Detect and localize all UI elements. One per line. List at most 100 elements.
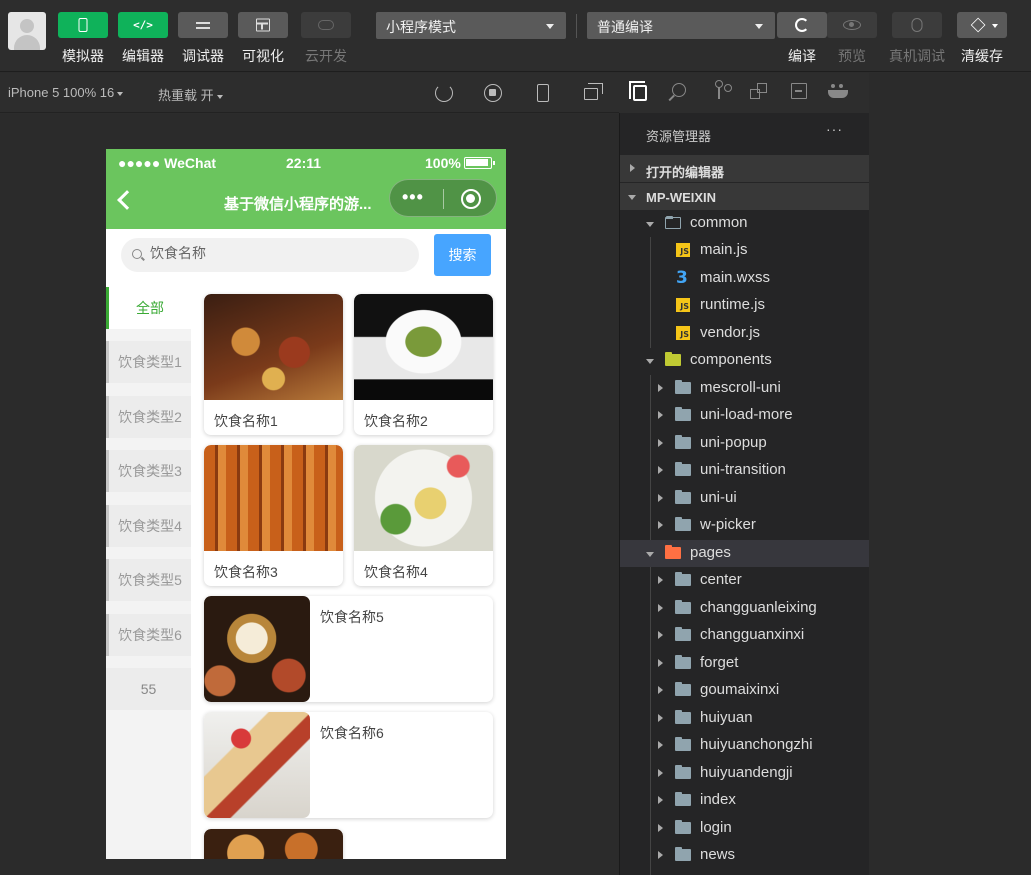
tree-folder-uni-transition[interactable]: uni-transition — [620, 457, 869, 484]
food-image — [204, 445, 343, 551]
chevron-down-icon — [546, 24, 554, 29]
tree-label: index — [700, 791, 736, 808]
category-item-1[interactable]: 饮食类型1 — [106, 341, 191, 383]
hot-reload-select[interactable]: 热重载 开 — [158, 85, 223, 104]
tree-label: w-picker — [700, 516, 756, 533]
food-card[interactable]: 饮食名称2 — [354, 294, 493, 435]
extensions-icon[interactable] — [750, 83, 767, 99]
tree-folder-index[interactable]: index — [620, 787, 869, 814]
food-card[interactable]: 饮食名称6 — [204, 712, 493, 818]
food-card[interactable] — [204, 829, 343, 859]
layout-icon — [256, 18, 270, 32]
chevron-right-icon — [658, 796, 663, 804]
rotate-icon[interactable] — [435, 84, 453, 102]
tree-label: changguanleixing — [700, 599, 817, 616]
real-device-debug-tool[interactable]: 真机调试 — [887, 12, 947, 66]
chevron-right-icon — [658, 824, 663, 832]
back-icon[interactable] — [117, 190, 137, 210]
category-item-2[interactable]: 饮食类型2 — [106, 396, 191, 438]
category-item-6[interactable]: 饮食类型6 — [106, 614, 191, 656]
tree-folder-huiyuan[interactable]: huiyuan — [620, 705, 869, 732]
search-input[interactable] — [150, 245, 400, 261]
chevron-right-icon — [658, 411, 663, 419]
category-item-all[interactable]: 全部 — [106, 287, 191, 329]
avatar[interactable] — [8, 12, 46, 50]
tree-folder-login[interactable]: login — [620, 815, 869, 842]
tree-folder-uni-ui[interactable]: uni-ui — [620, 485, 869, 512]
layers-icon — [970, 17, 986, 33]
tree-folder-changguanleixing[interactable]: changguanleixing — [620, 595, 869, 622]
code-icon: </> — [133, 18, 153, 32]
tree-folder-huiyuandengji[interactable]: huiyuandengji — [620, 760, 869, 787]
clear-cache-tool[interactable]: 清缓存 — [957, 12, 1007, 66]
category-item-55[interactable]: 55 — [106, 668, 191, 710]
tree-folder-changguanxinxi[interactable]: changguanxinxi — [620, 622, 869, 649]
js-file-icon: JS — [676, 243, 690, 257]
chevron-right-icon — [658, 521, 663, 529]
tree-folder-mescroll-uni[interactable]: mescroll-uni — [620, 375, 869, 402]
files-icon[interactable] — [629, 81, 647, 101]
category-item-3[interactable]: 饮食类型3 — [106, 450, 191, 492]
folder-icon — [675, 737, 691, 751]
tree-folder-common[interactable]: common — [620, 210, 869, 237]
tree-folder-uni-load-more[interactable]: uni-load-more — [620, 402, 869, 429]
phone-icon[interactable] — [537, 84, 549, 102]
docker-icon[interactable] — [828, 84, 848, 98]
category-item-4[interactable]: 饮食类型4 — [106, 505, 191, 547]
close-miniprogram-icon[interactable] — [461, 189, 481, 209]
tree-folder-huiyuanchongzhi[interactable]: huiyuanchongzhi — [620, 732, 869, 759]
food-card[interactable]: 饮食名称1 — [204, 294, 343, 435]
preview-tool[interactable]: 预览 — [827, 12, 877, 66]
detach-window-icon[interactable] — [584, 83, 603, 100]
simulator-tool[interactable]: 模拟器 — [58, 12, 108, 66]
tree-folder-forget[interactable]: forget — [620, 650, 869, 677]
battery-icon — [464, 157, 495, 169]
source-control-icon[interactable] — [715, 80, 732, 99]
phone-icon — [78, 18, 88, 32]
chevron-down-icon — [216, 94, 223, 99]
food-card[interactable]: 饮食名称5 — [204, 596, 493, 702]
search-icon[interactable] — [672, 83, 686, 97]
real-device-debug-label: 真机调试 — [889, 48, 945, 64]
tree-folder-w-picker[interactable]: w-picker — [620, 512, 869, 539]
folder-icon — [675, 847, 691, 861]
food-card[interactable]: 饮食名称4 — [354, 445, 493, 586]
tree-folder-components[interactable]: components — [620, 347, 869, 374]
folder-open-icon — [665, 216, 681, 229]
tree-file-runtime-js[interactable]: JS runtime.js — [620, 292, 869, 319]
tree-file-main-js[interactable]: JS main.js — [620, 237, 869, 264]
tree-file-main-wxss[interactable]: 3 main.wxss — [620, 265, 869, 292]
more-icon[interactable]: ••• — [402, 187, 424, 208]
tree-folder-goumaixinxi[interactable]: goumaixinxi — [620, 677, 869, 704]
stop-icon[interactable] — [484, 84, 502, 102]
tree-folder-center[interactable]: center — [620, 567, 869, 594]
category-item-5[interactable]: 饮食类型5 — [106, 559, 191, 601]
editor-tool[interactable]: </> 编辑器 — [118, 12, 168, 66]
tree-label: changguanxinxi — [700, 626, 805, 643]
folder-icon — [675, 765, 691, 779]
carrier-text: ●●●●● WeChat — [118, 155, 217, 171]
folder-icon — [675, 627, 691, 641]
compile-select[interactable]: 普通编译 — [587, 12, 775, 39]
more-icon[interactable]: ··· — [826, 121, 843, 137]
workspace-root-section[interactable]: MP-WEIXIN — [620, 183, 869, 210]
chevron-right-icon — [658, 439, 663, 447]
editor-empty-area — [869, 73, 1031, 875]
tree-label: huiyuandengji — [700, 764, 793, 781]
open-editors-section[interactable]: 打开的编辑器 — [620, 155, 869, 182]
mode-select[interactable]: 小程序模式 — [376, 12, 566, 39]
compile-tool[interactable]: 编译 — [777, 12, 827, 66]
search-button[interactable]: 搜索 — [434, 234, 491, 276]
storage-icon[interactable] — [791, 83, 807, 99]
tree-file-vendor-js[interactable]: JS vendor.js — [620, 320, 869, 347]
tree-folder-uni-popup[interactable]: uni-popup — [620, 430, 869, 457]
visualization-tool[interactable]: 可视化 — [238, 12, 288, 66]
food-card[interactable]: 饮食名称3 — [204, 445, 343, 586]
device-select[interactable]: iPhone 5 100% 16 — [8, 85, 124, 100]
tree-folder-pages[interactable]: pages — [620, 540, 869, 567]
cloud-dev-tool[interactable]: 云开发 — [301, 12, 351, 66]
tree-label: goumaixinxi — [700, 681, 780, 698]
tree-label: main.js — [700, 241, 748, 258]
tree-folder-news[interactable]: news — [620, 842, 869, 869]
debugger-tool[interactable]: 调试器 — [178, 12, 228, 66]
